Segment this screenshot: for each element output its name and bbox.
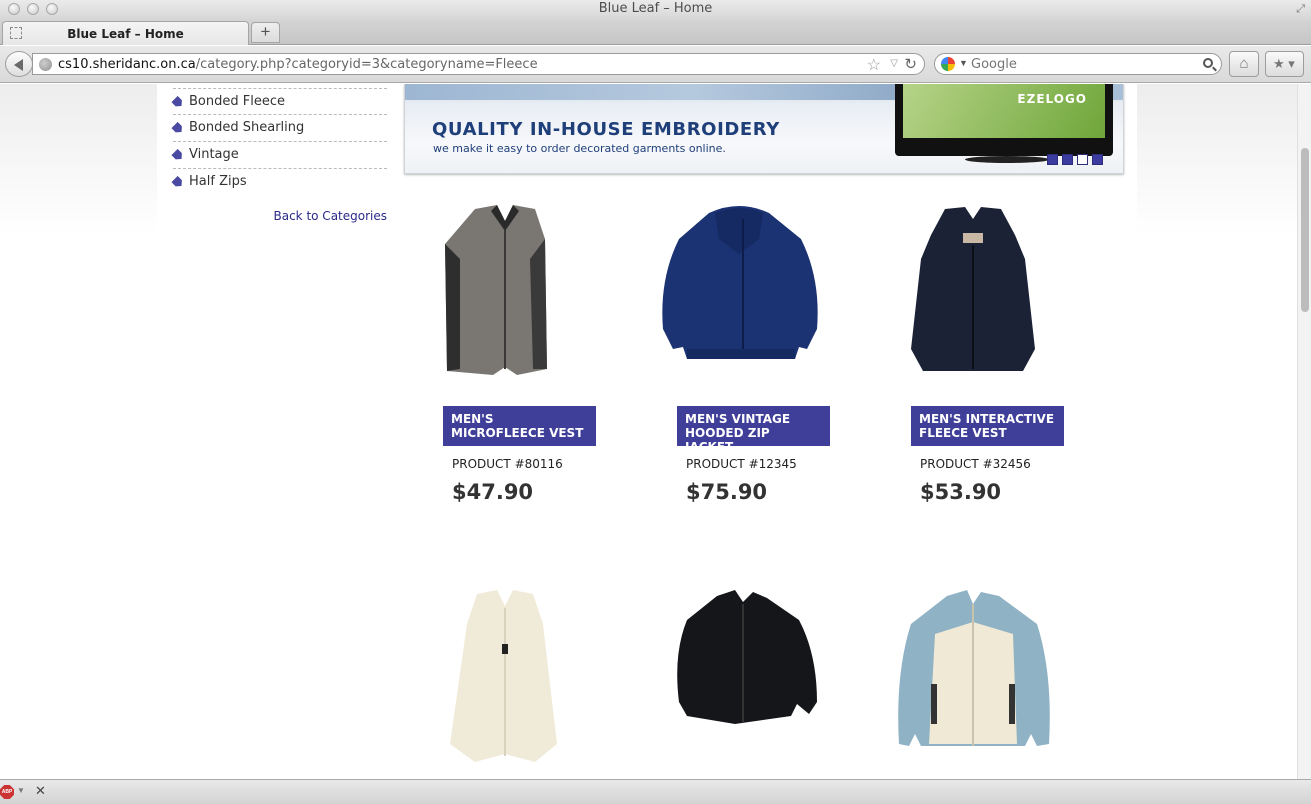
- search-input[interactable]: [971, 57, 1191, 72]
- url-text[interactable]: cs10.sheridanc.on.ca/category.php?catego…: [58, 57, 538, 72]
- page-viewport: Bonded Fleece Bonded Shearling Vintage H…: [0, 84, 1297, 779]
- category-label[interactable]: Bonded Shearling: [189, 120, 304, 135]
- category-item-bonded-shearling[interactable]: Bonded Shearling: [173, 115, 387, 142]
- banner-tagline: we make it easy to order decorated garme…: [433, 142, 726, 155]
- product-number: PRODUCT #12345: [686, 457, 797, 471]
- black-jacket-image[interactable]: [639, 584, 839, 769]
- blue-cream-jacket-image[interactable]: [873, 584, 1073, 769]
- tag-icon: [171, 96, 184, 109]
- adblock-dropdown-icon[interactable]: ▼: [17, 786, 25, 795]
- cream-vest-image[interactable]: [405, 584, 605, 769]
- category-item-vintage[interactable]: Vintage: [173, 142, 387, 169]
- product-number: PRODUCT #80116: [452, 457, 563, 471]
- slide-dot[interactable]: [1092, 154, 1103, 165]
- category-item-half-zips[interactable]: Half Zips: [173, 169, 387, 196]
- product-name[interactable]: MEN'S MICROFLEECE VEST: [443, 406, 596, 446]
- tab-title: Blue Leaf – Home: [67, 27, 184, 41]
- window-title: Blue Leaf – Home: [598, 1, 713, 16]
- monitor-logo: EZELOGO: [1017, 92, 1087, 106]
- window-titlebar: Blue Leaf – Home ⤢: [0, 0, 1311, 20]
- slide-dot[interactable]: [1047, 154, 1058, 165]
- url-path: /category.php?categoryid=3&categoryname=…: [195, 57, 538, 72]
- promo-banner[interactable]: EZELOGO QUALITY IN-HOUSE EMBROIDERY we m…: [404, 84, 1124, 174]
- scrollbar-thumb[interactable]: [1301, 148, 1309, 312]
- product-price: $75.90: [686, 480, 768, 504]
- monitor-image: EZELOGO: [895, 84, 1113, 156]
- category-sidebar: Bonded Fleece Bonded Shearling Vintage H…: [173, 84, 387, 223]
- bookmark-star-icon[interactable]: ☆: [867, 55, 881, 75]
- banner-headline: QUALITY IN-HOUSE EMBROIDERY: [432, 119, 780, 140]
- bookmarks-menu-button[interactable]: ★ ▾: [1265, 51, 1304, 77]
- reload-icon[interactable]: ↻: [904, 55, 917, 73]
- product-price: $53.90: [920, 480, 1002, 504]
- tab-active[interactable]: Blue Leaf – Home: [2, 21, 249, 45]
- history-dropdown-icon[interactable]: ▽: [890, 58, 898, 69]
- slide-indicators: [1047, 152, 1107, 170]
- search-icon[interactable]: [1203, 58, 1213, 68]
- category-label[interactable]: Half Zips: [189, 174, 247, 189]
- category-label[interactable]: Bonded Fleece: [189, 94, 285, 109]
- google-icon[interactable]: [941, 57, 955, 71]
- back-button[interactable]: [5, 51, 33, 77]
- tab-bar: Blue Leaf – Home +: [0, 20, 1311, 45]
- slide-dot[interactable]: [1062, 154, 1073, 165]
- tag-icon: [171, 176, 184, 189]
- product-price: $47.90: [452, 480, 534, 504]
- monitor-screen: EZELOGO: [903, 84, 1105, 138]
- category-label[interactable]: Vintage: [189, 147, 239, 162]
- product-name[interactable]: MEN'S INTERACTIVE FLEECE VEST: [911, 406, 1064, 446]
- tag-icon: [171, 149, 184, 162]
- globe-icon: [39, 58, 52, 71]
- back-to-categories-link[interactable]: Back to Categories: [274, 209, 388, 223]
- grey-vest-image[interactable]: [405, 199, 605, 384]
- slide-dot-active[interactable]: [1077, 154, 1088, 165]
- tag-icon: [171, 122, 184, 135]
- close-icon[interactable]: ✕: [35, 783, 46, 799]
- new-tab-button[interactable]: +: [251, 22, 280, 43]
- product-number: PRODUCT #32456: [920, 457, 1031, 471]
- product-name[interactable]: MEN'S VINTAGE HOODED ZIP JACKET: [677, 406, 830, 454]
- search-engine-dropdown-icon[interactable]: ▼: [959, 58, 968, 68]
- category-item-bonded-fleece[interactable]: Bonded Fleece: [173, 88, 387, 115]
- home-button[interactable]: ⌂: [1229, 51, 1259, 77]
- url-domain: cs10.sheridanc.on.ca: [58, 57, 196, 72]
- monitor-stand: [965, 156, 1049, 163]
- navy-vest-image[interactable]: [873, 199, 1073, 384]
- adblock-icon[interactable]: ABP: [0, 785, 14, 799]
- vertical-scrollbar[interactable]: [1297, 84, 1311, 779]
- fullscreen-icon[interactable]: ⤢: [1296, 3, 1305, 16]
- navigation-toolbar: cs10.sheridanc.on.ca/category.php?catego…: [0, 46, 1311, 83]
- address-bar[interactable]: cs10.sheridanc.on.ca/category.php?catego…: [32, 53, 925, 75]
- search-bar[interactable]: ▼: [934, 53, 1222, 75]
- navy-hoodie-image[interactable]: [639, 199, 839, 384]
- status-bar: ABP ▼ ✕: [0, 779, 1311, 804]
